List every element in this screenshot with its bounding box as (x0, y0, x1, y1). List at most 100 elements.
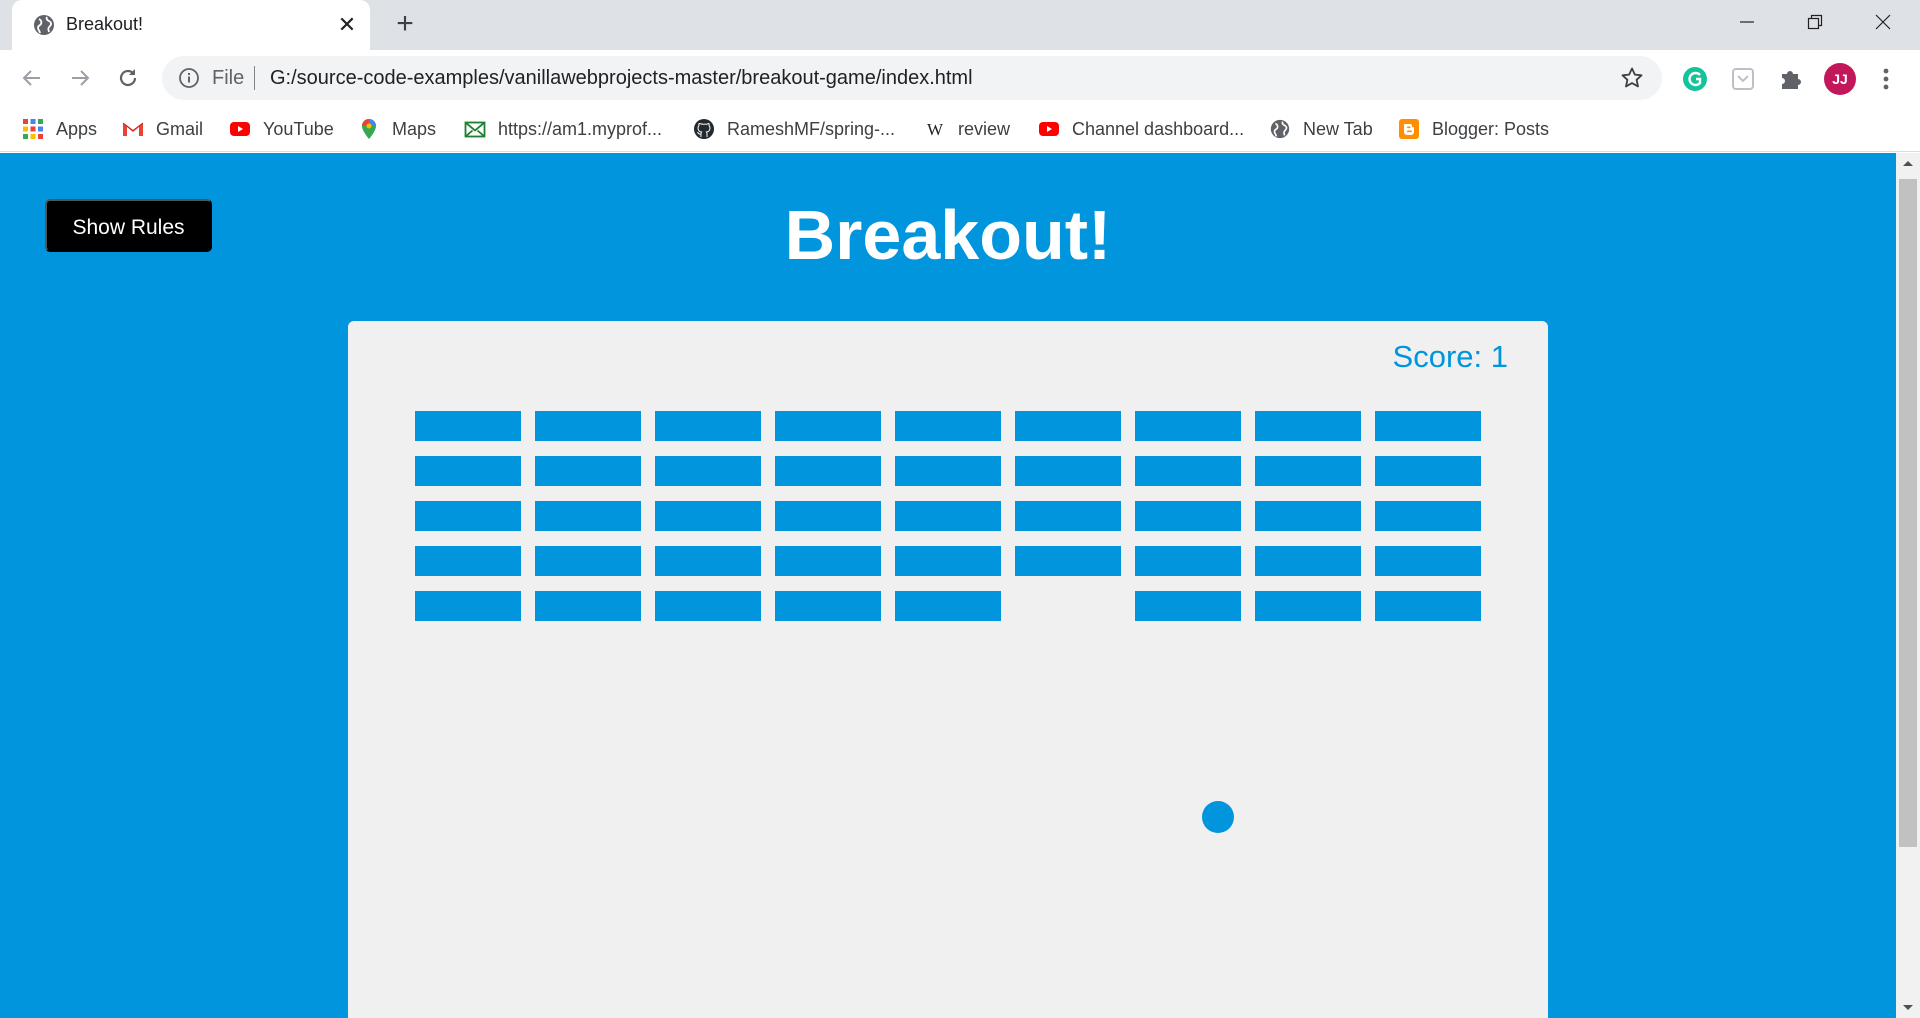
bookmark-label: Gmail (156, 119, 204, 139)
grammarly-extension-icon[interactable] (1680, 64, 1710, 94)
svg-text:W: W (927, 120, 944, 139)
brick (1375, 501, 1481, 531)
reload-button[interactable] (112, 62, 144, 94)
bookmark-label: review (958, 119, 1011, 139)
brick (1015, 411, 1121, 441)
bookmark-star-icon[interactable] (1620, 66, 1644, 90)
back-button[interactable] (16, 62, 48, 94)
tab-title: Breakout! (66, 14, 144, 34)
brick (1135, 411, 1241, 441)
globe-icon (34, 15, 54, 35)
brick (775, 591, 881, 621)
bookmark-label: New Tab (1303, 119, 1373, 139)
ball (1202, 801, 1234, 833)
brick (535, 411, 641, 441)
brick (1135, 591, 1241, 621)
minimize-icon (1740, 21, 1754, 23)
brick (1255, 456, 1361, 486)
url-text[interactable]: G:/source-code-examples/vanillawebprojec… (270, 67, 973, 90)
profile-avatar[interactable]: JJ (1824, 63, 1856, 95)
brick (1255, 591, 1361, 621)
brick (1135, 501, 1241, 531)
restore-icon (1807, 14, 1823, 30)
pocket-extension-icon[interactable] (1728, 64, 1758, 94)
blogger-icon (1399, 119, 1419, 139)
github-icon (694, 119, 714, 139)
new-tab-icon[interactable]: + (390, 9, 420, 40)
extensions-puzzle-icon[interactable] (1776, 64, 1806, 94)
scroll-up-arrow-icon[interactable] (1896, 153, 1920, 173)
bookmark-label: Apps (56, 119, 98, 139)
brick (1015, 546, 1121, 576)
tab-breakout[interactable]: Breakout! ✕ (12, 0, 370, 50)
brick (535, 501, 641, 531)
close-icon (1875, 14, 1891, 30)
mail-icon (464, 121, 486, 138)
brick (1375, 591, 1481, 621)
bookmark-label: RameshMF/spring-... (727, 119, 896, 139)
bookmark-label: Maps (392, 119, 437, 139)
score-display: Score: 1 (1392, 339, 1508, 374)
tab-strip: Breakout! ✕ + (0, 0, 1920, 50)
game-canvas[interactable]: Score: 1 (348, 321, 1548, 1018)
close-window-button[interactable] (1860, 4, 1906, 40)
brick (415, 546, 521, 576)
vertical-scrollbar[interactable] (1896, 153, 1920, 1018)
address-separator (254, 66, 255, 90)
brick (775, 501, 881, 531)
globe-icon (1270, 119, 1290, 139)
brick (535, 546, 641, 576)
brick (655, 456, 761, 486)
brick (655, 411, 761, 441)
brick (1255, 411, 1361, 441)
brick (895, 546, 1001, 576)
brick (895, 411, 1001, 441)
brick (655, 501, 761, 531)
brick (415, 591, 521, 621)
brick (415, 501, 521, 531)
brick (1015, 456, 1121, 486)
brick (655, 546, 761, 576)
brick (895, 456, 1001, 486)
bookmarks-bar: Apps Gmail YouTube Maps https://am1.mypr… (0, 106, 1920, 152)
forward-button[interactable] (64, 62, 96, 94)
youtube-icon (230, 122, 250, 136)
brick (1255, 546, 1361, 576)
arrow-right-icon (72, 70, 90, 86)
bookmark-label: https://am1.myprof... (498, 119, 663, 139)
apps-grid-icon (23, 119, 43, 139)
minimize-window-button[interactable] (1724, 4, 1770, 40)
brick (895, 591, 1001, 621)
more-vertical-icon[interactable] (1874, 64, 1898, 94)
reload-icon (119, 69, 137, 87)
bookmark-label: Channel dashboard... (1072, 119, 1245, 139)
brick (775, 411, 881, 441)
bookmark-label: YouTube (263, 119, 334, 139)
brick (1255, 501, 1361, 531)
scrollbar-thumb[interactable] (1899, 179, 1917, 847)
address-bar[interactable]: File G:/source-code-examples/vanillawebp… (162, 56, 1662, 100)
brick (535, 456, 641, 486)
brick (1375, 546, 1481, 576)
close-tab-icon[interactable]: ✕ (334, 12, 360, 38)
brick (535, 591, 641, 621)
maps-pin-icon (362, 119, 376, 139)
gmail-icon (122, 122, 144, 136)
restore-window-button[interactable] (1792, 4, 1838, 40)
info-icon[interactable] (178, 67, 200, 89)
page-title: Breakout! (784, 196, 1112, 274)
youtube-icon (1039, 122, 1059, 136)
bookmark-label: Blogger: Posts (1432, 119, 1550, 139)
brick (1135, 456, 1241, 486)
brick (1015, 501, 1121, 531)
arrow-left-icon (22, 70, 40, 86)
browser-toolbar: File G:/source-code-examples/vanillawebp… (0, 50, 1920, 106)
brick (1375, 411, 1481, 441)
brick (775, 456, 881, 486)
brick (895, 501, 1001, 531)
scheme-label: File (212, 67, 245, 89)
scroll-down-arrow-icon[interactable] (1896, 998, 1920, 1018)
page-viewport: Show Rules Breakout! Score: 1 (0, 153, 1896, 1018)
brick (415, 456, 521, 486)
brick (1135, 546, 1241, 576)
